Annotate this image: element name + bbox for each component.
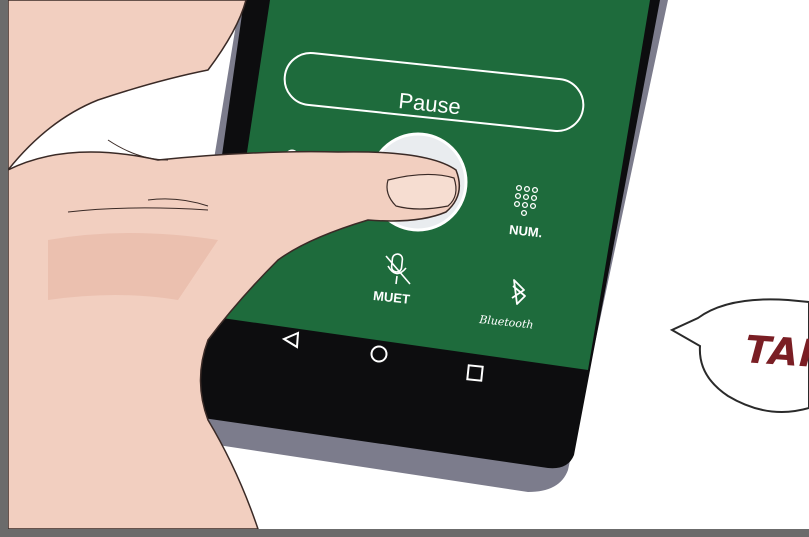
hand	[8, 0, 247, 172]
comic-panel: Pause NUM. MUET Bluetooth TAP	[8, 0, 809, 529]
illustration	[8, 0, 809, 529]
sound-effect-text: TAP	[743, 327, 809, 377]
thumb-nail	[386, 173, 457, 210]
